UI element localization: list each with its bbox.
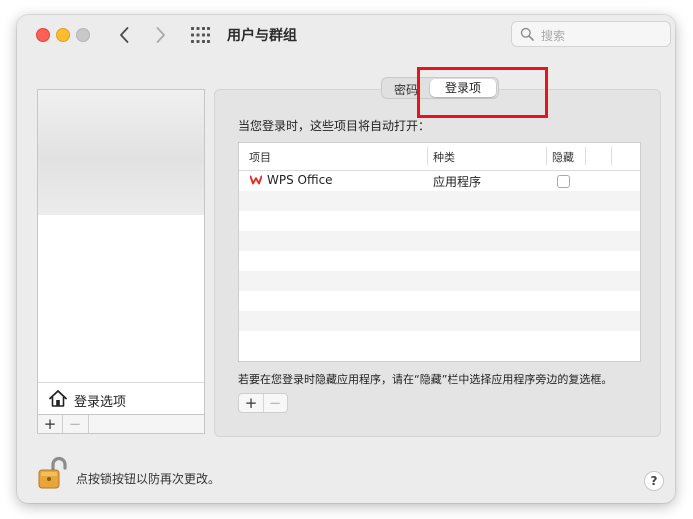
table-row-empty	[239, 191, 640, 211]
table-row-empty	[239, 231, 640, 251]
back-button[interactable]	[113, 23, 137, 47]
remove-user-button[interactable]: −	[62, 415, 89, 433]
close-button[interactable]	[36, 28, 50, 42]
remove-login-item-button[interactable]: −	[263, 394, 287, 412]
lock-icon[interactable]	[36, 456, 68, 490]
add-user-button[interactable]: +	[38, 415, 63, 433]
search-field[interactable]: 搜索	[511, 21, 671, 47]
sidebar-buttons: + −	[38, 414, 204, 433]
column-item[interactable]: 项目	[249, 149, 271, 165]
table-row-empty	[239, 211, 640, 231]
zoom-button[interactable]	[76, 28, 90, 42]
preferences-window: 用户与群组 搜索 登录选项 + − 密码 登录项 当您登录时，这些项目将自动打开…	[17, 15, 675, 503]
column-kind[interactable]: 种类	[433, 149, 455, 165]
add-remove-buttons: + −	[238, 393, 288, 413]
table-row-empty	[239, 271, 640, 291]
forward-button[interactable]	[148, 23, 172, 47]
table-row-empty	[239, 331, 640, 351]
table-row-empty	[239, 251, 640, 271]
show-all-button[interactable]	[190, 26, 210, 44]
table-row-empty	[239, 311, 640, 331]
current-user-blurred[interactable]	[38, 90, 204, 215]
column-divider	[546, 147, 547, 165]
minimize-button[interactable]	[56, 28, 70, 42]
column-divider	[585, 147, 586, 165]
table-row[interactable]: WPS Office 应用程序	[239, 171, 640, 191]
window-title: 用户与群组	[227, 28, 297, 44]
house-icon	[49, 390, 67, 407]
wps-icon	[250, 175, 262, 185]
chevron-right-icon	[156, 27, 165, 43]
titlebar: 用户与群组 搜索	[17, 15, 675, 55]
column-divider	[427, 147, 428, 165]
hint-text: 若要在您登录时隐藏应用程序，请在“隐藏”栏中选择应用程序旁边的复选框。	[238, 373, 613, 386]
chevron-left-icon	[120, 27, 129, 43]
intro-text: 当您登录时，这些项目将自动打开：	[238, 119, 431, 133]
login-items-table: 项目 种类 隐藏 WPS Office 应用程序	[238, 142, 641, 362]
tab-password[interactable]: 密码	[394, 81, 418, 98]
search-icon	[520, 27, 534, 41]
highlight-box	[417, 67, 548, 118]
grid-icon	[191, 27, 210, 43]
hide-checkbox[interactable]	[557, 175, 570, 188]
help-button[interactable]: ?	[644, 471, 664, 491]
lock-text: 点按锁按钮以防再次更改。	[76, 472, 221, 486]
add-login-item-button[interactable]: +	[239, 394, 264, 412]
search-placeholder: 搜索	[541, 29, 566, 43]
column-divider	[611, 147, 612, 165]
table-row-empty	[239, 291, 640, 311]
login-options-label: 登录选项	[74, 395, 127, 410]
row-name: WPS Office	[267, 173, 333, 187]
user-list-sidebar: 登录选项 + −	[37, 89, 205, 434]
row-kind: 应用程序	[433, 175, 482, 189]
login-options-item[interactable]: 登录选项	[38, 382, 204, 414]
table-header: 项目 种类 隐藏	[239, 143, 640, 171]
column-hide[interactable]: 隐藏	[552, 149, 574, 165]
